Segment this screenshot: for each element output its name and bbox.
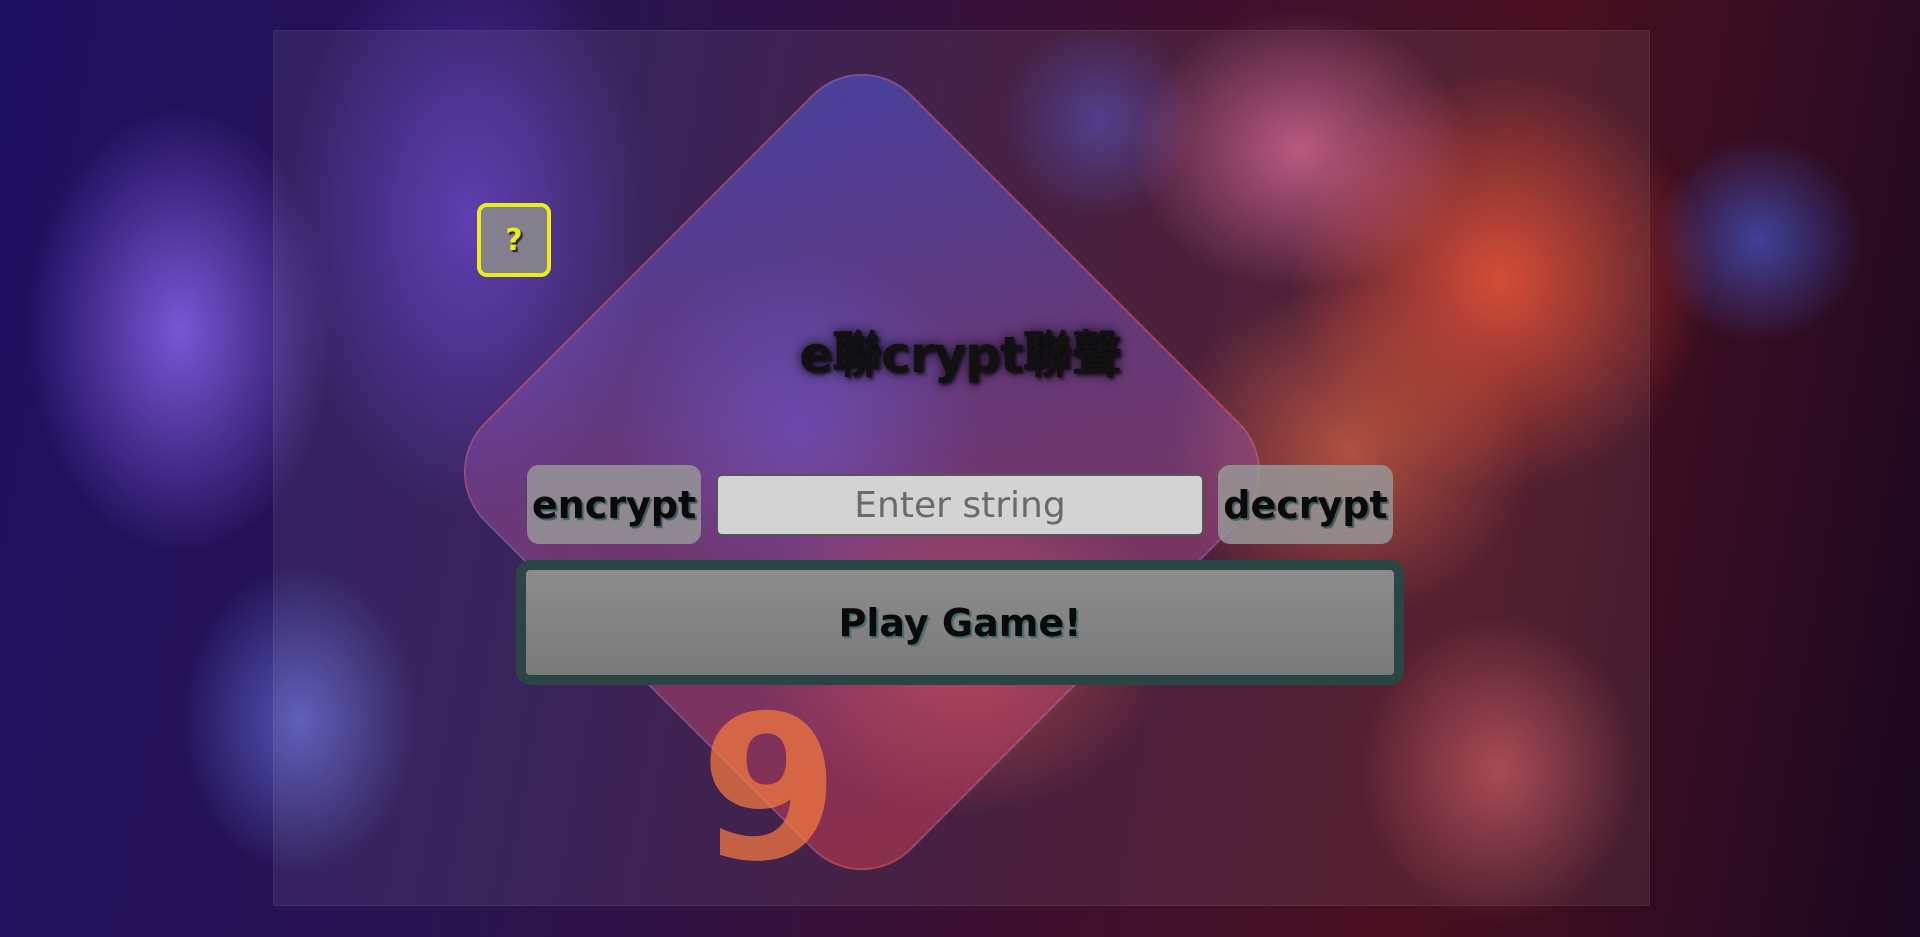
help-button[interactable]: ? bbox=[477, 203, 551, 277]
play-game-button[interactable]: Play Game! bbox=[516, 560, 1404, 685]
page-title: e聯crypt聯聲 bbox=[799, 326, 1122, 384]
string-input[interactable] bbox=[716, 474, 1204, 536]
encrypt-button[interactable]: encrypt bbox=[527, 465, 701, 544]
main-panel bbox=[273, 30, 1650, 906]
decrypt-button[interactable]: decrypt bbox=[1218, 465, 1393, 544]
